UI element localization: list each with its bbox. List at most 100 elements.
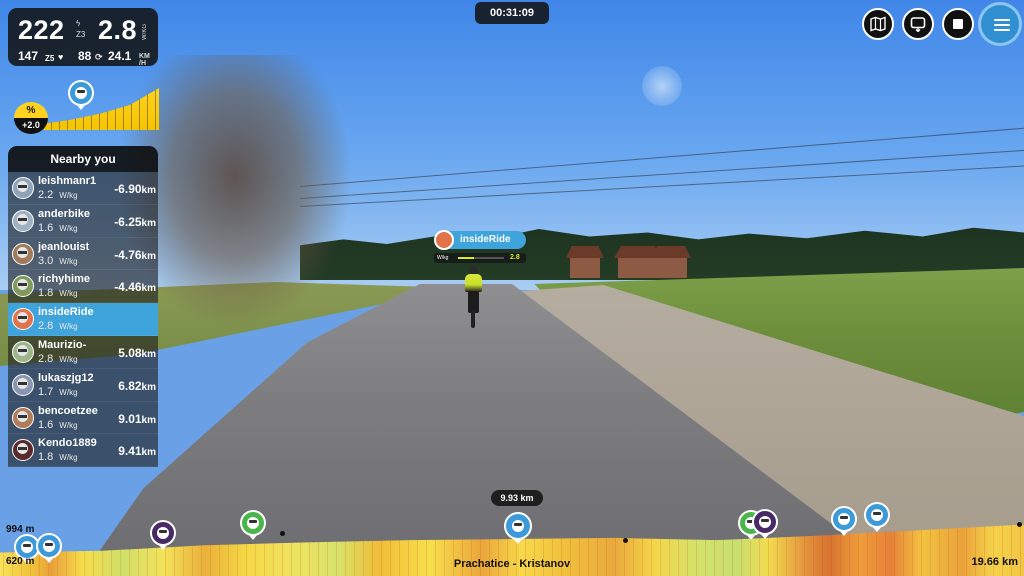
leaderboard-row[interactable]: bencoetzee 1.6 W/kg 9.01km — [8, 402, 158, 435]
rider-pin-icon[interactable] — [36, 533, 62, 559]
leaderboard-title: Nearby you — [8, 146, 158, 172]
rider-pin-icon[interactable] — [150, 520, 176, 546]
ride-stats-panel: 222 ϟ Z3 2.8 W/KG 147 Z5 ♥ 88 ⟳ 24.1 KM … — [8, 8, 158, 67]
route-name: Prachatice - Kristanov — [453, 558, 571, 570]
speed-unit-bottom: /H — [139, 60, 146, 67]
rider-name: lukaszjg12 — [38, 371, 94, 384]
current-distance: 9.93 km — [491, 490, 543, 506]
stop-icon — [953, 19, 963, 29]
power-value: 222 — [18, 15, 65, 45]
leaderboard-row[interactable]: richyhime 1.8 W/kg -4.46km — [8, 270, 158, 304]
cyclist — [460, 266, 486, 328]
cadence-value: 88 — [78, 49, 92, 63]
rider-avatar-icon — [12, 373, 34, 396]
camera-switch-icon — [910, 17, 926, 32]
rider-gap: -4.76km — [114, 247, 156, 262]
grade-badge: % +2.0 — [14, 102, 48, 134]
grade-value: +2.0 — [14, 118, 48, 134]
rider-gap: 9.01km — [118, 411, 156, 426]
speed-value: 24.1 — [108, 49, 132, 63]
rider-avatar-icon — [68, 80, 94, 106]
camera-view-button[interactable] — [902, 8, 934, 40]
waypoint-dot — [1017, 522, 1022, 527]
rider-pin-icon[interactable] — [831, 506, 857, 532]
rider-wkg: 2.8 W/kg — [38, 320, 78, 333]
rider-list: leishmanr1 2.2 W/kg -6.90km anderbike 1.6 W/kg… — [8, 172, 158, 468]
leaderboard-row[interactable]: lukaszjg12 1.7 W/kg 6.82km — [8, 369, 158, 402]
rider-wkg: 1.7 W/kg — [38, 385, 78, 398]
rider-wkg: 2.2 W/kg — [38, 189, 78, 201]
rider-gap: -6.25km — [114, 214, 156, 229]
lightning-icon: ϟ — [76, 19, 81, 28]
rider-wkg: 1.6 W/kg — [38, 418, 78, 431]
rider-tag-metric-label: W/kg — [437, 255, 449, 261]
leaderboard-row-self[interactable]: insideRide 2.8 W/kg — [8, 303, 158, 336]
leaderboard-row[interactable]: Maurizio- 2.8 W/kg 5.08km — [8, 336, 158, 369]
rider-avatar-icon — [12, 439, 34, 462]
meter-track — [458, 257, 504, 259]
rider-avatar-icon — [12, 242, 34, 265]
house — [655, 256, 687, 278]
rider-wkg: 1.8 W/kg — [38, 287, 78, 300]
leaderboard-row[interactable]: Kendo1889 1.8 W/kg 9.41km — [8, 434, 158, 468]
rider-name: leishmanr1 — [38, 175, 97, 187]
rider-avatar-icon — [12, 308, 34, 331]
rider-avatar-icon — [12, 340, 34, 363]
stop-button[interactable] — [942, 8, 974, 40]
rider-name: richyhime — [38, 273, 90, 286]
lens-flare — [642, 66, 682, 106]
rider-pin-icon[interactable] — [864, 502, 890, 528]
rider-wkg: 3.0 W/kg — [38, 254, 78, 267]
map-button[interactable] — [862, 8, 894, 40]
rider-avatar-icon — [12, 209, 34, 232]
rider-avatar-icon — [12, 177, 34, 199]
rider-tag-metric-value: 2.8 — [510, 254, 520, 261]
rider-wkg: 1.8 W/kg — [38, 451, 78, 464]
hr-zone: Z5 — [45, 54, 55, 63]
rider-avatar-icon — [12, 275, 34, 298]
hamburger-line — [994, 29, 1010, 31]
house — [570, 256, 600, 278]
nearby-leaderboard: Nearby you leishmanr1 2.2 W/kg -6.90km ander… — [8, 146, 158, 480]
cadence-icon: ⟳ — [95, 52, 103, 62]
heart-icon: ♥ — [58, 52, 64, 62]
rider-name: jeanlouist — [38, 240, 90, 253]
menu-button[interactable] — [978, 2, 1022, 46]
rider-name: Kendo1889 — [38, 437, 97, 450]
rider-avatar-icon — [12, 406, 34, 429]
rider-pin-icon[interactable] — [240, 510, 266, 536]
meter-fill — [458, 257, 475, 259]
waypoint-dot — [280, 531, 285, 536]
power-zone: Z3 — [76, 30, 86, 39]
leaderboard-row[interactable]: jeanlouist 3.0 W/kg -4.76km — [8, 238, 158, 271]
percent-symbol: % — [14, 102, 48, 118]
heart-rate-value: 147 — [18, 49, 39, 63]
rider-name-tag: insideRide W/kg 2.8 — [430, 230, 526, 266]
rider-name: Maurizio- — [38, 338, 87, 351]
leaderboard-row[interactable]: anderbike 1.6 W/kg -6.25km — [8, 205, 158, 238]
rider-name: bencoetzee — [38, 404, 98, 417]
min-elevation: 620 m — [6, 556, 35, 567]
rider-avatar-icon — [434, 230, 454, 250]
waypoint-dot — [623, 538, 628, 543]
rider-pin-icon[interactable] — [752, 509, 778, 535]
rider-tag-meter: W/kg 2.8 — [434, 253, 526, 263]
rider-name: anderbike — [38, 207, 90, 220]
rider-name: insideRide — [38, 306, 94, 319]
rider-gap: 6.82km — [118, 378, 156, 393]
rider-wkg: 2.8 W/kg — [38, 352, 78, 365]
my-position-pin-icon[interactable] — [504, 512, 532, 540]
max-elevation: 994 m — [6, 524, 35, 535]
climb-profile-ticks — [44, 88, 159, 130]
rider-gap: -6.90km — [114, 182, 156, 196]
leaderboard-row[interactable]: leishmanr1 2.2 W/kg -6.90km — [8, 172, 158, 205]
route-length: 19.66 km — [971, 556, 1018, 568]
gradient-widget: % +2.0 — [14, 80, 159, 134]
rider-gap: 9.41km — [118, 444, 156, 459]
rider-gap: -4.46km — [114, 280, 156, 295]
house — [618, 256, 658, 278]
hamburger-line — [994, 24, 1010, 26]
wkg-value: 2.8 — [98, 15, 138, 45]
rider-gap: 5.08km — [118, 345, 156, 360]
elapsed-time: 00:31:09 — [475, 2, 549, 24]
